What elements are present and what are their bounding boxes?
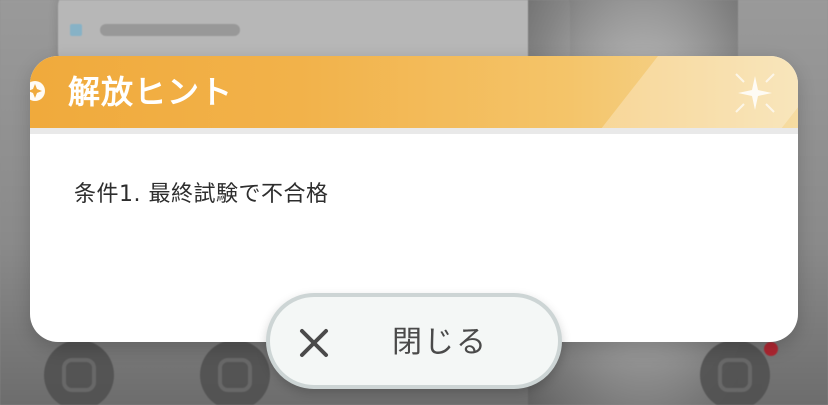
sparkle-icon [730,68,780,118]
background-card-icon [70,24,82,36]
notification-dot [764,342,778,356]
diamond-icon [30,80,46,102]
background-nav-button [200,340,270,405]
close-icon [298,327,330,359]
background-card-text [100,24,240,36]
dialog-title: 解放ヒント [68,73,234,111]
header-divider [30,128,798,134]
background-menu-button [700,340,770,405]
close-button-label: 閉じる [392,325,488,360]
close-button[interactable]: 閉じる [266,293,562,389]
dialog-header: 解放ヒント [30,56,798,130]
background-nav-button-home [44,340,114,405]
unlock-condition-text: 条件1. 最終試験で不合格 [74,182,329,207]
